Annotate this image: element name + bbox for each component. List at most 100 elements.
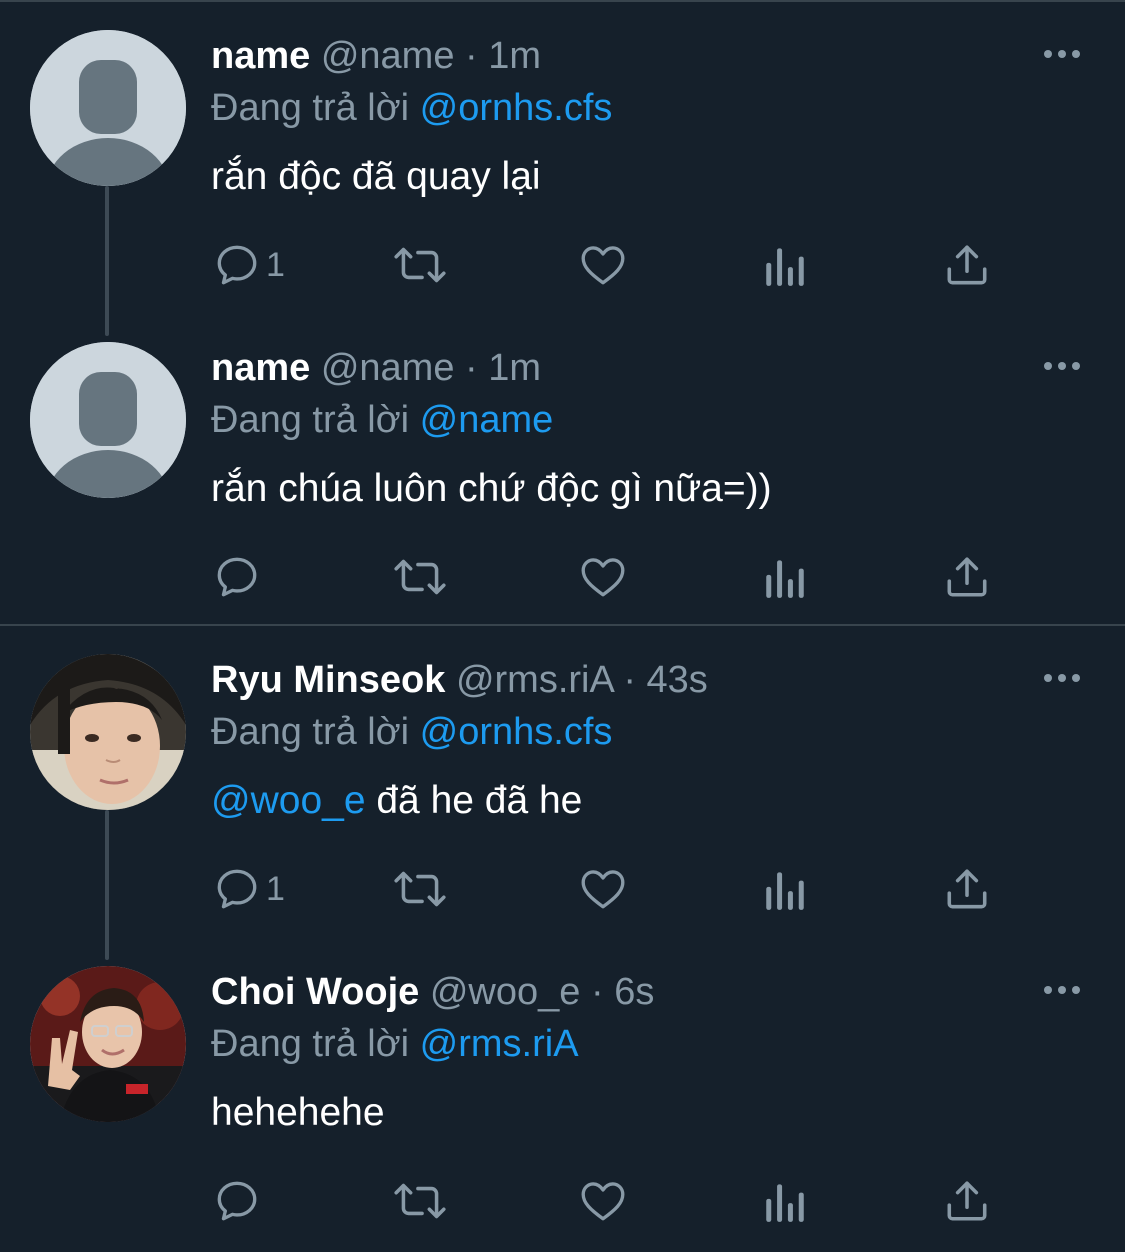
more-options-button[interactable] <box>1040 664 1084 692</box>
share-button[interactable] <box>942 861 992 917</box>
reply-icon <box>217 869 257 909</box>
more-options-button[interactable] <box>1040 40 1084 68</box>
avatar[interactable] <box>30 654 186 810</box>
analytics-button[interactable] <box>762 861 808 917</box>
avatar[interactable] <box>30 30 186 186</box>
tweet-text: @woo_e đã he đã he <box>211 776 582 826</box>
retweet-button[interactable] <box>391 237 449 293</box>
replying-to-link[interactable]: @ornhs.cfs <box>420 711 613 753</box>
analytics-icon <box>766 1184 804 1222</box>
tweet-header: name @name · 1m <box>211 32 541 80</box>
replying-to: Đang trả lời @rms.riA <box>211 1020 579 1068</box>
retweet-button[interactable] <box>391 1173 449 1229</box>
like-button[interactable] <box>578 861 628 917</box>
replying-to-label: Đang trả lời <box>211 399 410 441</box>
replying-to: Đang trả lời @ornhs.cfs <box>211 708 612 756</box>
tweet[interactable]: Ryu Minseok @rms.riA · 43s Đang trả lời … <box>0 624 1125 936</box>
reply-icon <box>217 1181 257 1221</box>
default-avatar-icon <box>30 30 186 186</box>
tweet-text: rắn độc đã quay lại <box>211 152 541 202</box>
like-button[interactable] <box>578 1173 628 1229</box>
share-button[interactable] <box>942 237 992 293</box>
tweet-text-content: rắn độc đã quay lại <box>211 155 541 198</box>
heart-icon <box>581 246 625 285</box>
tweet-text: hehehehe <box>211 1088 385 1138</box>
reply-button[interactable] <box>212 1173 266 1229</box>
replying-to: Đang trả lời @ornhs.cfs <box>211 84 612 132</box>
separator-dot: · <box>465 347 478 389</box>
more-options-button[interactable] <box>1040 352 1084 380</box>
share-icon <box>947 869 987 909</box>
more-dots-icon <box>1044 50 1080 58</box>
tweet[interactable]: name @name · 1m Đang trả lời @name rắn c… <box>0 312 1125 624</box>
share-icon <box>947 1181 987 1221</box>
retweet-icon <box>394 1183 446 1219</box>
retweet-icon <box>394 871 446 907</box>
user-handle[interactable]: @woo_e <box>430 971 581 1013</box>
replying-to-label: Đang trả lời <box>211 711 410 753</box>
avatar[interactable] <box>30 966 186 1122</box>
analytics-button[interactable] <box>762 549 808 605</box>
share-button[interactable] <box>942 1173 992 1229</box>
retweet-icon <box>394 559 446 595</box>
separator-dot: · <box>623 659 636 701</box>
user-handle[interactable]: @name <box>321 347 455 389</box>
share-icon <box>947 245 987 285</box>
analytics-icon <box>766 560 804 598</box>
tweet[interactable]: Choi Wooje @woo_e · 6s Đang trả lời @rms… <box>0 936 1125 1248</box>
default-avatar-icon <box>30 342 186 498</box>
heart-icon <box>581 1182 625 1221</box>
reply-icon <box>217 245 257 285</box>
replying-to: Đang trả lời @name <box>211 396 553 444</box>
tweet-text-content: đã he đã he <box>365 779 583 822</box>
tweet-text-content: hehehehe <box>211 1091 385 1134</box>
replying-to-link[interactable]: @name <box>420 399 554 441</box>
more-options-button[interactable] <box>1040 976 1084 1004</box>
like-button[interactable] <box>578 237 628 293</box>
timestamp[interactable]: 1m <box>488 35 541 77</box>
display-name[interactable]: name <box>211 347 310 389</box>
reply-icon <box>217 557 257 597</box>
retweet-button[interactable] <box>391 549 449 605</box>
separator-dot: · <box>465 35 478 77</box>
more-dots-icon <box>1044 986 1080 994</box>
more-dots-icon <box>1044 674 1080 682</box>
user-handle[interactable]: @name <box>321 35 455 77</box>
user-handle[interactable]: @rms.riA <box>456 659 613 701</box>
share-icon <box>947 557 987 597</box>
reply-button[interactable]: 1 <box>212 237 285 293</box>
retweet-button[interactable] <box>391 861 449 917</box>
reply-button[interactable] <box>212 549 266 605</box>
reply-button[interactable]: 1 <box>212 861 285 917</box>
tweet-header: Ryu Minseok @rms.riA · 43s <box>211 656 708 704</box>
tweet[interactable]: name @name · 1m Đang trả lời @ornhs.cfs … <box>0 0 1125 312</box>
user-photo-avatar <box>30 654 186 810</box>
heart-icon <box>581 870 625 909</box>
mention-link[interactable]: @woo_e <box>211 779 366 822</box>
display-name[interactable]: Ryu Minseok <box>211 659 445 701</box>
timestamp[interactable]: 1m <box>488 347 541 389</box>
share-button[interactable] <box>942 549 992 605</box>
heart-icon <box>581 558 625 597</box>
user-photo-avatar <box>30 966 186 1122</box>
tweet-header: name @name · 1m <box>211 344 541 392</box>
more-dots-icon <box>1044 362 1080 370</box>
tweet-header: Choi Wooje @woo_e · 6s <box>211 968 654 1016</box>
reply-count: 1 <box>266 245 285 284</box>
analytics-icon <box>766 248 804 286</box>
timestamp[interactable]: 6s <box>614 971 654 1013</box>
reply-count: 1 <box>266 869 285 908</box>
display-name[interactable]: Choi Wooje <box>211 971 419 1013</box>
avatar[interactable] <box>30 342 186 498</box>
display-name[interactable]: name <box>211 35 310 77</box>
separator-dot: · <box>590 971 604 1013</box>
analytics-button[interactable] <box>762 237 808 293</box>
replying-to-link[interactable]: @ornhs.cfs <box>420 87 613 129</box>
like-button[interactable] <box>578 549 628 605</box>
tweet-text-content: rắn chúa luôn chứ độc gì nữa=)) <box>211 467 772 510</box>
analytics-icon <box>766 872 804 910</box>
timestamp[interactable]: 43s <box>647 659 708 701</box>
replying-to-label: Đang trả lời <box>211 1023 410 1065</box>
analytics-button[interactable] <box>762 1173 808 1229</box>
replying-to-link[interactable]: @rms.riA <box>420 1023 579 1065</box>
